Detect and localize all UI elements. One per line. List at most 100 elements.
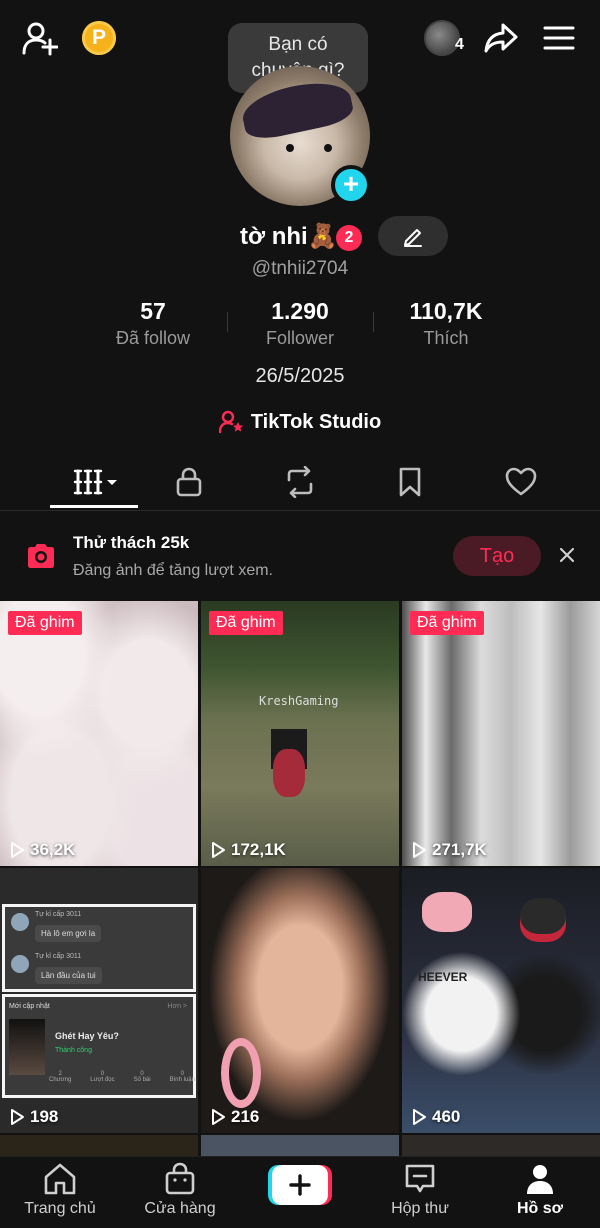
tabs-divider [0,510,600,511]
tab-reposts[interactable] [270,462,330,502]
pencil-icon [404,229,422,247]
level-badge[interactable]: 2 [336,225,362,251]
nav-profile-label: Hồ sơ [516,1200,564,1217]
tiktok-studio-link[interactable]: TikTok Studio [0,410,600,434]
stat-divider [373,312,374,332]
nav-shop[interactable]: Cửa hàng [130,1162,230,1222]
challenge-title: Thử thách 25k [73,533,190,552]
shirt-text: HEEVER [418,970,468,984]
bio-text: 26/5/2025 [255,365,345,387]
home-icon [44,1163,76,1195]
coin-icon[interactable]: P [82,21,116,55]
hamburger-menu-icon [543,26,575,50]
story-update-card: Mới cập nhật Hơn > Ghét Hay Yêu? Thành c… [2,994,196,1098]
share-arrow-icon [484,23,518,53]
view-count: 216 [209,1107,259,1127]
plus-icon [268,1165,332,1205]
video-thumbnail[interactable]: Tự kỉ cấp 3011 Hà lô em gơi la Tự kỉ cấp… [0,868,198,1133]
chat-meta: Tự kỉ cấp 3011 [35,911,82,918]
bookmark-icon [399,467,421,497]
view-count-value: 216 [231,1107,260,1126]
video-grid-icon [73,469,117,495]
stat-followers-label: Follower [265,328,335,348]
view-count-value: 198 [30,1107,59,1126]
close-icon [559,547,575,563]
play-icon [212,1109,225,1125]
active-tab-indicator [50,505,138,508]
stat-following-value: 57 [140,298,166,324]
view-count-value: 172,1K [231,840,286,859]
tab-private[interactable] [159,462,219,502]
challenge-subtitle: Đăng ảnh để tăng lượt xem. [73,562,273,579]
tab-saved[interactable] [380,462,440,502]
view-count: 172,1K [209,840,286,860]
stat-followers[interactable]: 1.290 Follower [230,298,370,349]
add-friend-button[interactable] [18,18,62,58]
stat-likes-value: 110,7K [409,298,483,324]
play-icon [11,842,24,858]
visitor-count: 4 [455,36,464,53]
stat-followers-value: 1.290 [271,298,329,324]
player-nametag: KreshGaming [259,694,339,708]
stat-divider [227,312,228,332]
video-thumbnail[interactable] [0,1135,198,1157]
studio-person-star-icon [218,410,243,434]
close-banner-button[interactable] [552,540,582,570]
tiktok-studio-label: TikTok Studio [250,410,382,433]
heart-icon [505,467,537,496]
chat-message: Hà lô em gơi la [35,925,102,942]
video-thumbnail[interactable]: KreshGaming Đã ghim 172,1K [201,601,399,866]
nav-inbox[interactable]: Hộp thư [370,1162,470,1222]
nav-shop-label: Cửa hàng [144,1200,216,1217]
avatar-cap-shape [238,75,356,143]
view-count-value: 460 [432,1107,461,1126]
add-story-button[interactable]: + [331,165,371,205]
edit-profile-button[interactable] [378,216,448,256]
play-icon [212,842,225,858]
video-thumbnail[interactable]: HEEVER 460 [402,868,600,1133]
stat-likes-label: Thích [423,328,469,348]
tab-liked[interactable] [491,462,551,502]
stat-likes[interactable]: 110,7K Thích [376,298,516,349]
chat-meta: Tự kỉ cấp 3011 [35,953,82,960]
play-icon [413,1109,426,1125]
video-thumbnail[interactable]: Đã ghim 271,7K [402,601,600,866]
camera-icon [24,540,58,572]
section-title: Mới cập nhật [9,1003,50,1010]
more-link: Hơn > [167,1003,187,1010]
nav-home[interactable]: Trang chủ [10,1162,110,1222]
nav-home-label: Trang chủ [24,1200,96,1217]
stat-following-label: Đã follow [115,328,191,348]
view-count: 36,2K [8,840,75,860]
username: @tnhii2704 [251,258,349,279]
stat-following[interactable]: 57 Đã follow [83,298,223,349]
shopping-bag-icon [165,1162,195,1195]
story-status: Thành công [55,1047,92,1054]
video-thumbnail[interactable] [402,1135,600,1157]
tab-videos[interactable] [50,462,138,502]
video-thumbnail[interactable]: 216 [201,868,399,1133]
nav-inbox-label: Hộp thư [391,1200,449,1217]
view-count: 271,7K [410,840,487,860]
play-icon [413,842,426,858]
inbox-message-icon [405,1164,435,1193]
story-prompt-line1: Bạn có [268,34,328,55]
menu-button[interactable] [540,20,578,56]
nav-profile[interactable]: Hồ sơ [490,1162,590,1222]
view-count-value: 36,2K [30,840,76,859]
profile-person-icon [527,1165,553,1194]
pinned-badge: Đã ghim [209,611,283,635]
challenge-create-button[interactable]: Tạo [453,536,541,576]
video-thumbnail[interactable] [201,1135,399,1157]
pinned-badge: Đã ghim [8,611,82,635]
view-count: 460 [410,1107,460,1127]
create-post-button[interactable] [268,1164,332,1206]
chat-message: Lần đầu của tui [35,967,102,984]
view-count: 198 [8,1107,58,1127]
video-thumbnail[interactable]: Đã ghim 36,2K [0,601,198,866]
repost-icon [287,466,313,498]
view-count-value: 271,7K [432,840,487,859]
pinned-badge: Đã ghim [410,611,484,635]
play-icon [11,1109,24,1125]
share-profile-button[interactable] [480,18,522,58]
